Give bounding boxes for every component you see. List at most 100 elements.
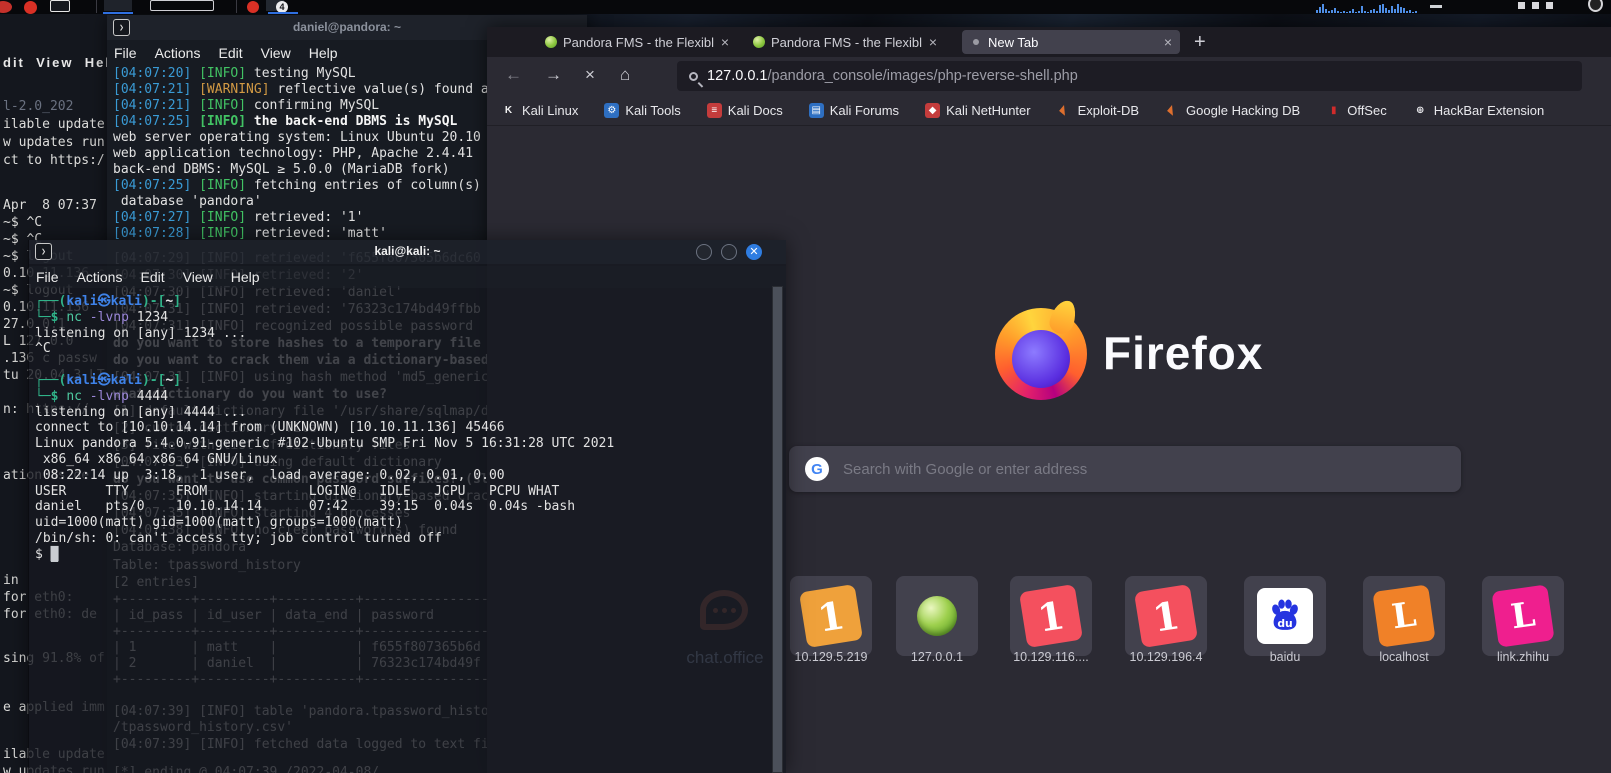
sparkline-bar [1364,11,1366,13]
hackbar-icon: ⊕ [1413,103,1428,118]
taskbar-app-icon[interactable] [247,1,259,13]
tab-new-tab[interactable]: New Tab × [962,30,1180,54]
shortcut-icon [909,588,965,644]
sparkline-bar [1379,5,1381,13]
sparkline-bar [1340,12,1342,13]
sparkline-bar [1355,12,1357,13]
sparkline-bar [1316,10,1318,13]
forward-icon[interactable]: → [545,65,562,85]
search-placeholder: Search with Google or enter address [843,461,1087,478]
taskbar-separator [236,0,237,13]
terminal-line: ^C [35,341,51,357]
shortcut-label: 10.129.5.219 [771,650,891,664]
tab-bar: Pandora FMS - the Flexibl× Pandora FMS - … [487,27,1611,57]
bookmark-kali-nethunter[interactable]: ◆Kali NetHunter [925,103,1031,118]
home-icon[interactable]: ⌂ [620,65,630,85]
offsec-icon: ▮ [1326,103,1341,118]
terminal-line: USER TTY FROM LOGIN@ IDLE JCPU PCPU WHAT [35,484,559,500]
tab-close-icon[interactable]: × [929,34,937,50]
terminal-line: listening on [any] 1234 ... [35,326,246,342]
google-hacking-db-icon: ◣ [1162,99,1183,120]
sparkline-bar [1391,6,1393,13]
bookmark-kali-docs[interactable]: ≡Kali Docs [707,103,783,118]
active-app-indicator [268,12,298,14]
tab-close-icon[interactable]: × [1164,34,1172,50]
minimize-icon[interactable] [1430,5,1442,8]
sparkline-bar [1325,9,1327,13]
sparkline-bar [1328,11,1330,13]
kali-linux-icon: K [501,103,516,118]
terminal-app-icon[interactable] [50,0,70,12]
terminal-line: dit View Help [3,55,121,71]
kali-forums-icon: ▤ [809,103,824,118]
bookmarks-toolbar: K Kali Linux ⚙Kali Tools ≡Kali Docs ▤Kali Fo… [487,95,1611,126]
url-bar[interactable]: 127.0.0.1/pandora_console/images/php-rev… [677,61,1582,91]
shortcut-icon: 1 [799,584,863,648]
sparkline-bar [1319,7,1321,13]
taskbar-app-icon[interactable] [104,0,132,11]
exploit-db-icon: ◣ [1054,99,1075,120]
terminal-line: listening on [any] 4444 ... [35,405,246,421]
sparkline-bar [1409,10,1411,13]
page-icon [973,39,979,45]
google-icon: G [805,457,829,481]
url-path: /pandora_console/images/php-reverse-shel… [767,68,1077,84]
terminal-line: └─$ nc -lvnp 4444 [35,389,168,405]
sparkline-bar [1412,12,1414,13]
stop-icon[interactable]: × [585,65,595,85]
terminal-content[interactable]: ┌──(kali㉿kali)-[~]└─$ nc -lvnp 1234liste… [29,240,786,773]
shortcut-10.129.196.4[interactable]: 1 [1125,576,1207,656]
sparkline-bar [1388,10,1390,13]
shortcut-127.0.0.1[interactable] [896,576,978,656]
terminal-line: ┌──(kali㉿kali)-[~] [35,373,181,389]
shortcut-link.zhihu[interactable]: L [1482,576,1564,656]
shortcut-baidu[interactable]: du [1244,576,1326,656]
pandora-favicon [545,36,557,48]
shortcut-localhost[interactable]: L [1363,576,1445,656]
sparkline-bar [1403,8,1405,13]
desktop-wallpaper [487,14,1611,28]
bookmark-offsec[interactable]: ▮OffSec [1326,103,1387,118]
bookmark-kali-tools[interactable]: ⚙Kali Tools [604,103,680,118]
sparkline-bar [1361,6,1363,13]
sparkline-bar [1358,11,1360,13]
tab-close-icon[interactable]: × [721,34,729,50]
sparkline-bar [1394,9,1396,13]
bookmark-hackbar[interactable]: ⊕HackBar Extension [1413,103,1545,118]
terminal-line: ct to https:/ [3,153,105,169]
bookmark-kali-linux[interactable]: K Kali Linux [501,103,578,118]
bookmark-kali-forums[interactable]: ▤Kali Forums [809,103,899,118]
shortcut-label: localhost [1344,650,1464,664]
terminal-line: /bin/sh: 0: can't access tty; job contro… [35,531,442,547]
tab-pandora-fms[interactable]: Pandora FMS - the Flexibl× [745,30,945,54]
shortcut-10.129.116....[interactable]: 1 [1010,576,1092,656]
bookmark-label: Kali Docs [728,103,783,118]
taskbar-separator [96,0,97,13]
terminal-line: $ █ [35,547,58,563]
taskbar-app-icon[interactable] [24,1,37,14]
back-icon[interactable]: ← [505,65,522,85]
new-tab-button[interactable]: + [1194,31,1206,54]
terminal-line: ilable update [3,117,105,133]
taskbar-app-icon[interactable] [0,1,12,13]
terminal-line: uid=1000(matt) gid=1000(matt) groups=100… [35,515,403,531]
terminal-line: x86_64 x86_64 x86_64 GNU/Linux [35,452,278,468]
svg-text:du: du [1277,617,1292,630]
scrollbar[interactable] [772,286,783,773]
tab-pandora-fms[interactable]: Pandora FMS - the Flexibl× [537,30,737,54]
terminal-line: l-2.0_202 [3,99,73,115]
terminal-line: connect to [10.10.14.14] from (UNKNOWN) … [35,420,505,436]
terminal-line: in [3,573,19,589]
search-icon [689,72,698,81]
firefox-logo-icon [995,308,1087,400]
search-input[interactable]: G Search with Google or enter address [789,446,1461,492]
bookmark-google-hacking-db[interactable]: ◣Google Hacking DB [1165,103,1300,118]
bookmark-label: Kali Linux [522,103,578,118]
netcat-terminal-window[interactable]: ❯ kali@kali: ~ ✕ FileActionsEditViewHelp… [28,240,786,773]
taskbar-circle-icon[interactable] [1588,0,1603,12]
bookmark-exploit-db[interactable]: ◣Exploit-DB [1057,103,1139,118]
shortcut-10.129.5.219[interactable]: 1 [790,576,872,656]
tab-title: New Tab [988,35,1158,50]
active-app-indicator [103,12,133,14]
shortcut-icon: L [1491,584,1554,647]
